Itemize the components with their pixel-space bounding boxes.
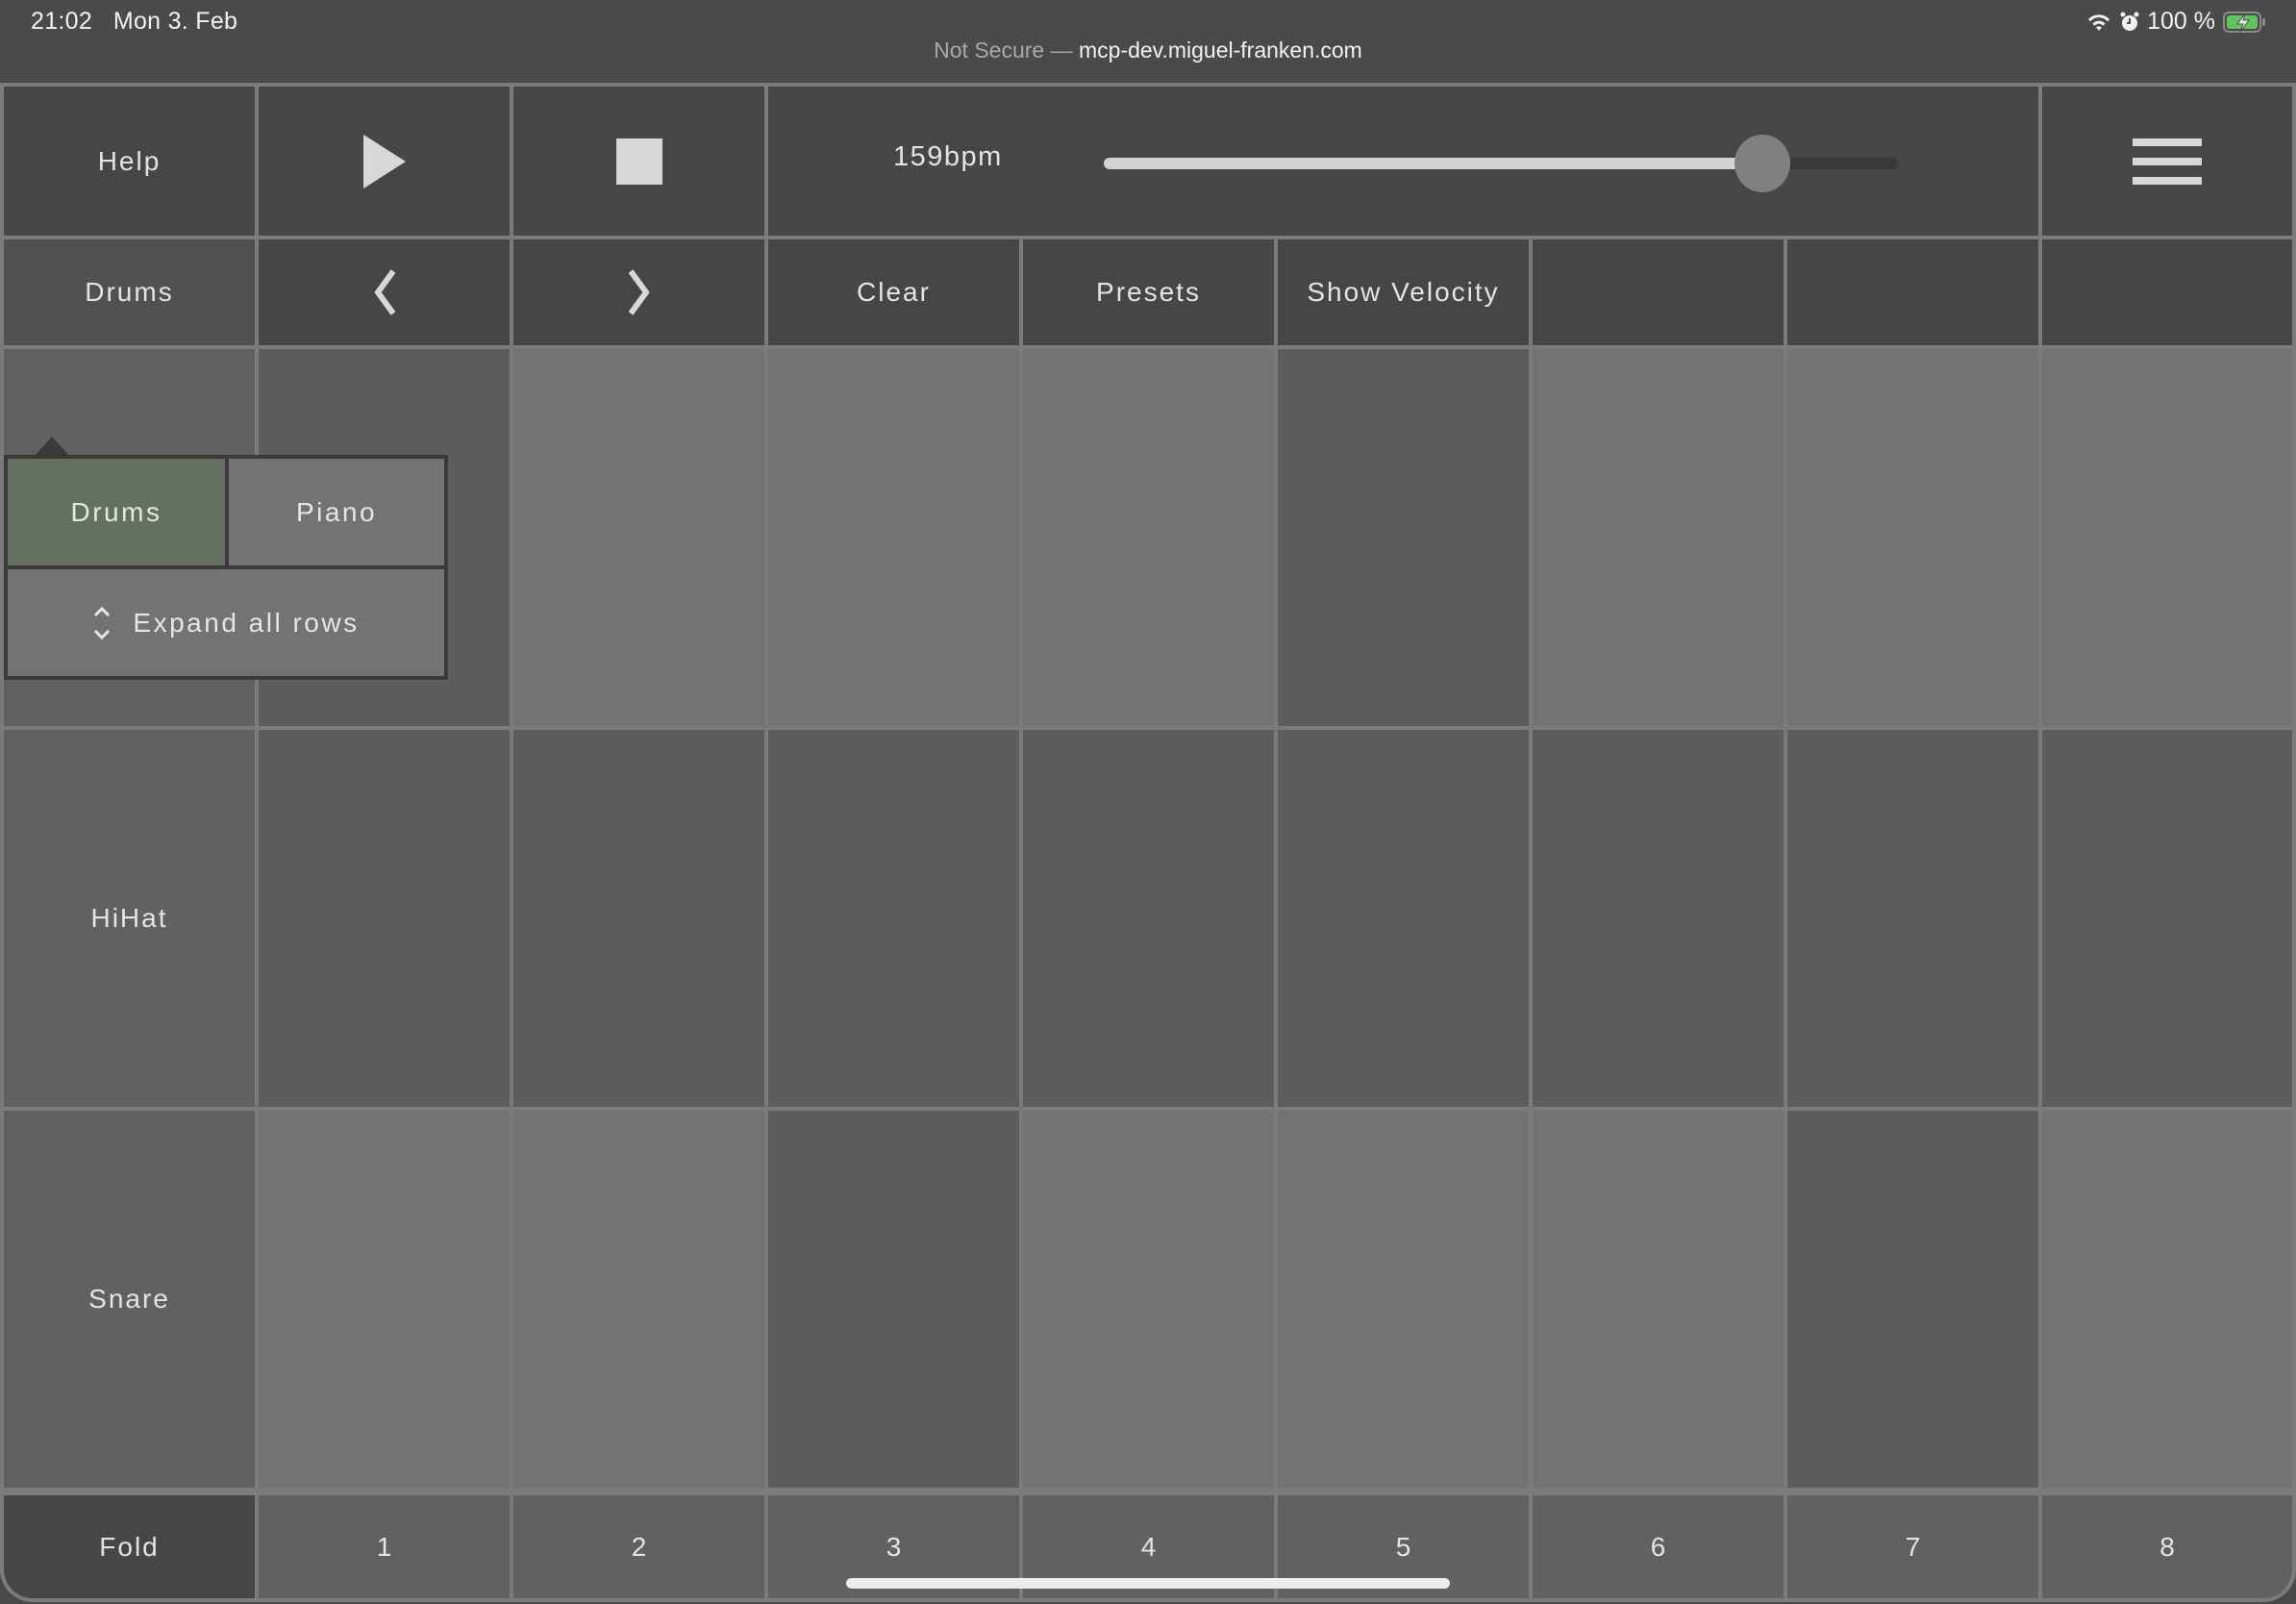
help-button[interactable]: Help — [4, 87, 255, 236]
stop-icon — [615, 138, 662, 185]
step-cell[interactable] — [768, 730, 1019, 1107]
step-cell[interactable] — [1787, 349, 2038, 726]
expand-label: Expand all rows — [133, 607, 360, 638]
help-label: Help — [97, 145, 162, 176]
step-number-text: 8 — [2159, 1531, 2175, 1562]
address-bar[interactable]: Not Secure — mcp-dev.miguel-franken.com — [0, 38, 2296, 63]
step-number-text: 3 — [886, 1531, 902, 1562]
tempo-slider-thumb[interactable] — [1734, 135, 1790, 192]
status-date: Mon 3. Feb — [112, 8, 238, 35]
expand-vertical-icon — [94, 606, 111, 639]
step-cell[interactable] — [1278, 1111, 1529, 1488]
row-label[interactable]: Snare — [4, 1111, 255, 1488]
row-label-text: HiHat — [90, 903, 168, 933]
step-cell[interactable] — [1787, 1111, 2038, 1488]
wifi-icon — [2088, 13, 2110, 31]
step-cell[interactable] — [259, 730, 510, 1107]
step-number-text: 2 — [631, 1531, 647, 1562]
empty-control-slot — [1533, 239, 1784, 345]
status-time: 21:02 — [31, 8, 93, 35]
step-number-text: 5 — [1395, 1531, 1411, 1562]
step-cell[interactable] — [1278, 730, 1529, 1107]
previous-button[interactable] — [259, 239, 510, 345]
step-cell[interactable] — [1023, 730, 1274, 1107]
tempo-slider[interactable] — [1104, 135, 1897, 192]
sequencer-app: Help 159bpm Drums Clear Presets Show Vel… — [0, 83, 2296, 1602]
step-cell[interactable] — [1533, 730, 1784, 1107]
menu-button[interactable] — [2042, 87, 2292, 236]
instrument-option-piano[interactable]: Piano — [229, 459, 444, 565]
step-cell[interactable] — [513, 1111, 764, 1488]
instrument-popover: Drums Piano Expand all rows — [4, 437, 448, 680]
tempo-label: 159bpm — [893, 141, 1003, 172]
battery-charging-icon — [2223, 11, 2265, 33]
status-icons: 100 % — [2085, 8, 2267, 36]
step-cell[interactable] — [2042, 1111, 2292, 1488]
step-number-text: 6 — [1650, 1531, 1666, 1562]
option-label: Piano — [295, 496, 378, 527]
presets-label: Presets — [1096, 277, 1201, 307]
step-cell[interactable] — [513, 349, 764, 726]
clear-label: Clear — [857, 277, 931, 307]
security-label: Not Secure — — [934, 38, 1073, 63]
show-velocity-button[interactable]: Show Velocity — [1278, 239, 1529, 345]
presets-button[interactable]: Presets — [1023, 239, 1274, 345]
step-number: 8 — [2042, 1495, 2292, 1598]
step-number: 2 — [513, 1495, 764, 1598]
step-cell[interactable] — [259, 1111, 510, 1488]
instrument-select-button[interactable]: Drums — [4, 239, 255, 345]
show-velocity-label: Show Velocity — [1307, 277, 1500, 307]
stop-button[interactable] — [513, 87, 764, 236]
home-indicator[interactable] — [846, 1578, 1450, 1589]
step-number: 1 — [259, 1495, 510, 1598]
play-icon — [362, 134, 406, 188]
step-number-text: 4 — [1140, 1531, 1157, 1562]
battery-percent: 100 % — [2147, 8, 2215, 35]
fold-label: Fold — [99, 1531, 160, 1562]
step-cell[interactable] — [513, 730, 764, 1107]
instrument-option-drums[interactable]: Drums — [8, 459, 225, 565]
status-time-date: 21:02 Mon 3. Feb — [31, 8, 237, 36]
step-cell[interactable] — [1533, 1111, 1784, 1488]
alarm-icon — [2120, 12, 2139, 31]
step-cell[interactable] — [1278, 349, 1529, 726]
chevron-left-icon — [373, 269, 395, 315]
step-cell[interactable] — [1023, 1111, 1274, 1488]
row-label-text: Snare — [88, 1284, 170, 1314]
step-number-text: 1 — [376, 1531, 392, 1562]
step-cell[interactable] — [1533, 349, 1784, 726]
next-button[interactable] — [513, 239, 764, 345]
step-cell[interactable] — [2042, 349, 2292, 726]
tempo-panel: 159bpm — [768, 87, 2038, 236]
step-number-text: 7 — [1905, 1531, 1921, 1562]
step-cell[interactable] — [1787, 730, 2038, 1107]
step-cell[interactable] — [768, 1111, 1019, 1488]
ios-status-bar: 21:02 Mon 3. Feb Not Secure — mcp-dev.mi… — [0, 0, 2296, 83]
step-cell[interactable] — [1023, 349, 1274, 726]
play-button[interactable] — [259, 87, 510, 236]
empty-control-slot — [1787, 239, 2038, 345]
url-host: mcp-dev.miguel-franken.com — [1078, 38, 1362, 63]
expand-all-rows-button[interactable]: Expand all rows — [8, 569, 444, 676]
fold-button[interactable]: Fold — [4, 1495, 255, 1598]
chevron-right-icon — [628, 269, 650, 315]
step-number: 6 — [1533, 1495, 1784, 1598]
instrument-label: Drums — [85, 277, 174, 307]
hamburger-menu-icon — [2133, 138, 2202, 185]
clear-button[interactable]: Clear — [768, 239, 1019, 345]
step-cell[interactable] — [2042, 730, 2292, 1107]
option-label: Drums — [70, 496, 162, 527]
popover-caret — [35, 437, 69, 456]
step-number: 7 — [1787, 1495, 2038, 1598]
step-cell[interactable] — [768, 349, 1019, 726]
tempo-slider-fill — [1104, 158, 1762, 169]
row-label[interactable]: HiHat — [4, 730, 255, 1107]
empty-control-slot — [2042, 239, 2292, 345]
